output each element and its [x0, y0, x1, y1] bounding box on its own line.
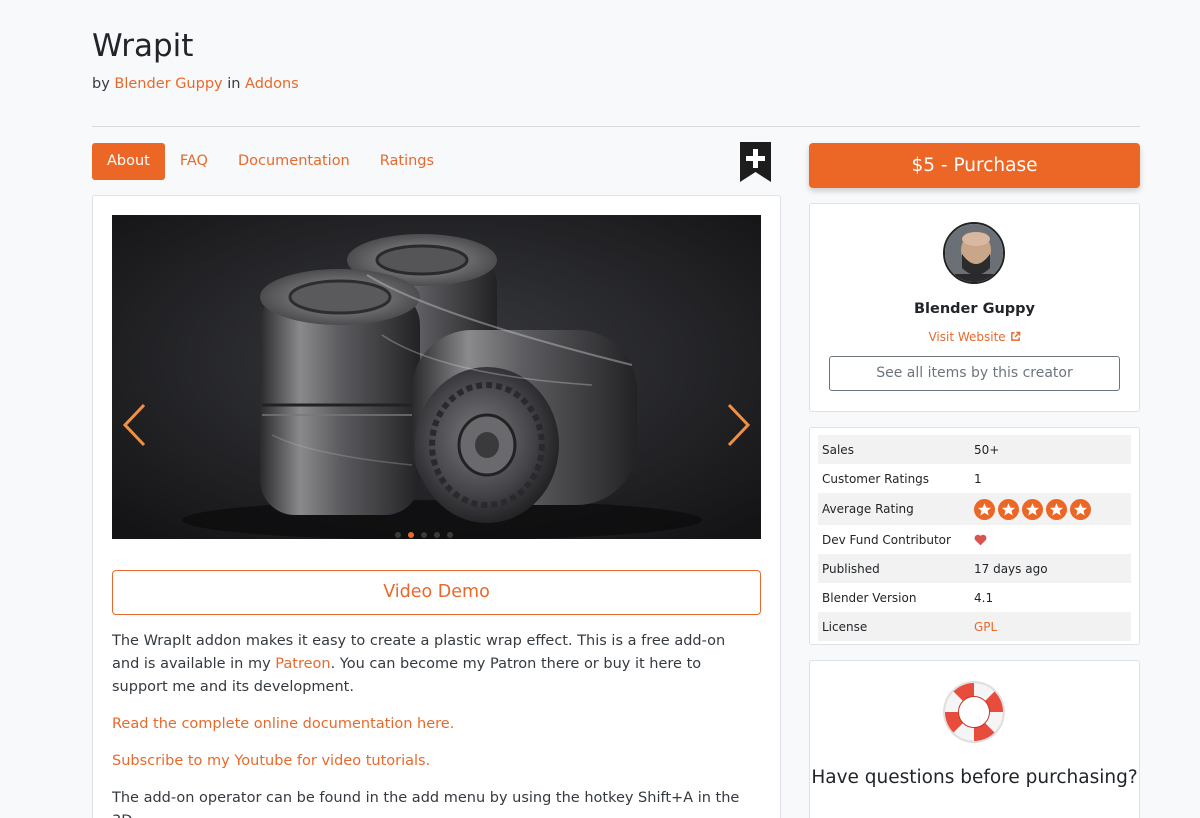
purchase-button[interactable]: $5 - Purchase	[809, 143, 1140, 188]
info-key: License	[822, 619, 868, 634]
chevron-left-icon[interactable]	[120, 400, 150, 450]
description-paragraph: The add-on operator can be found in the …	[112, 790, 740, 818]
documentation-link[interactable]: Read the complete online documentation h…	[112, 716, 454, 732]
visit-website-label: Visit Website	[928, 330, 1006, 344]
info-row-customer-ratings: Customer Ratings 1	[818, 464, 1131, 493]
info-key: Average Rating	[822, 502, 914, 516]
info-key: Published	[822, 561, 880, 576]
product-tabs: About FAQ Documentation Ratings	[92, 143, 449, 180]
info-row-sales: Sales 50+	[818, 435, 1131, 464]
in-label: in	[227, 76, 241, 92]
category-link[interactable]: Addons	[245, 76, 299, 92]
author-link[interactable]: Blender Guppy	[114, 76, 222, 92]
tab-faq[interactable]: FAQ	[165, 143, 223, 180]
info-value: 1	[974, 471, 982, 486]
carousel-image	[112, 215, 761, 539]
info-row-blender-version: Blender Version 4.1	[818, 583, 1131, 612]
info-row-dev-fund: Dev Fund Contributor	[818, 525, 1131, 554]
info-value: 17 days ago	[974, 561, 1048, 576]
heart-icon	[974, 534, 987, 545]
info-row-average-rating: Average Rating	[818, 493, 1131, 525]
youtube-link[interactable]: Subscribe to my Youtube for video tutori…	[112, 753, 430, 769]
see-all-items-button[interactable]: See all items by this creator	[829, 356, 1120, 391]
carousel-dot-active[interactable]	[408, 532, 414, 538]
info-key: Blender Version	[822, 590, 917, 605]
avatar[interactable]	[943, 222, 1005, 284]
info-value: 50+	[974, 442, 1000, 457]
star-icon	[1046, 498, 1067, 520]
divider	[92, 126, 1140, 127]
license-link[interactable]: GPL	[970, 620, 1131, 634]
chevron-right-icon[interactable]	[723, 400, 753, 450]
page-title: Wrapit	[92, 28, 194, 64]
patreon-link[interactable]: Patreon	[275, 656, 330, 672]
info-row-license: License GPL	[818, 612, 1131, 641]
bookmark-plus-icon[interactable]	[740, 142, 771, 182]
help-title: Have questions before purchasing?	[811, 767, 1138, 788]
image-carousel[interactable]	[112, 215, 761, 539]
info-row-published: Published 17 days ago	[818, 554, 1131, 583]
info-key: Sales	[822, 442, 854, 457]
description-paragraph: The WrapIt addon makes it easy to create…	[112, 630, 752, 699]
star-icon	[1070, 498, 1091, 520]
carousel-dot[interactable]	[447, 532, 453, 538]
star-icon	[998, 498, 1019, 520]
visit-website-link[interactable]: Visit Website	[809, 330, 1140, 344]
info-key: Dev Fund Contributor	[822, 532, 951, 547]
description: The WrapIt addon makes it easy to create…	[112, 630, 752, 818]
tab-documentation[interactable]: Documentation	[223, 143, 365, 180]
video-demo-button[interactable]: Video Demo	[112, 570, 761, 615]
rating-stars	[970, 498, 1131, 520]
carousel-dot[interactable]	[395, 532, 401, 538]
by-label: by	[92, 76, 110, 92]
tab-about[interactable]: About	[92, 143, 165, 180]
info-key: Customer Ratings	[822, 471, 930, 486]
carousel-dot[interactable]	[421, 532, 427, 538]
info-value: 4.1	[974, 590, 994, 605]
creator-name: Blender Guppy	[913, 301, 1036, 317]
star-icon	[1022, 498, 1043, 520]
external-link-icon	[1010, 331, 1020, 341]
carousel-dot[interactable]	[434, 532, 440, 538]
carousel-indicators	[395, 532, 453, 538]
tab-ratings[interactable]: Ratings	[365, 143, 449, 180]
lifering-icon	[943, 681, 1005, 743]
byline: by Blender Guppy in Addons	[92, 76, 299, 92]
info-value	[970, 534, 1131, 546]
info-table: Sales 50+ Customer Ratings 1 Average Rat…	[818, 435, 1131, 641]
star-icon	[974, 498, 995, 520]
